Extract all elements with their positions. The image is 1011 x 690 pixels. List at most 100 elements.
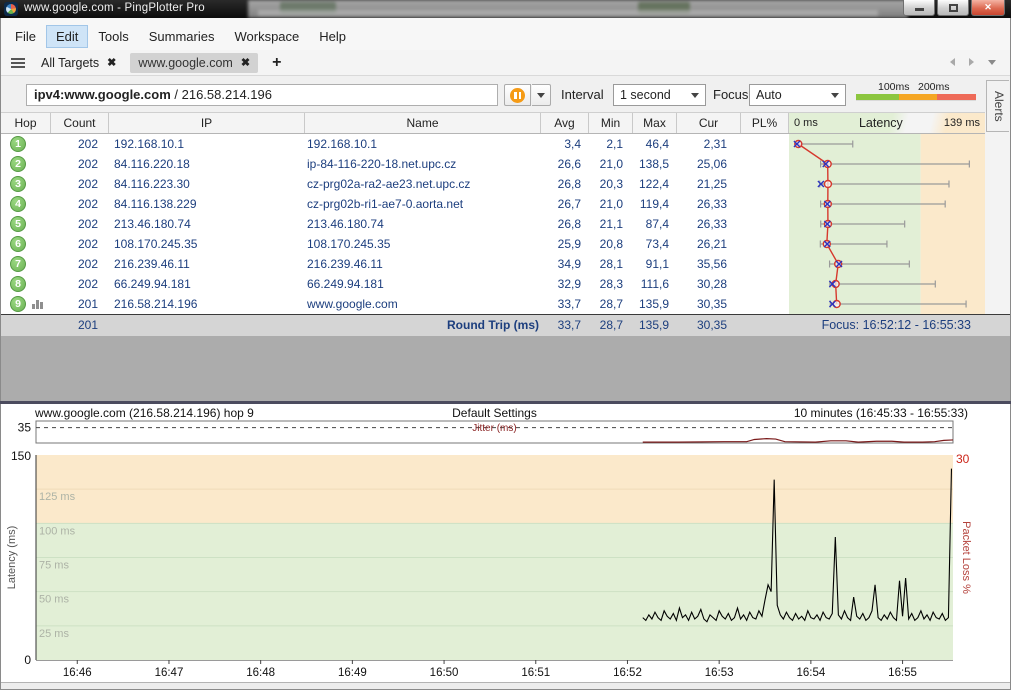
tab-all-targets[interactable]: All Targets ✖	[33, 53, 124, 73]
column-header-hop[interactable]: Hop	[1, 113, 51, 133]
column-header-avg[interactable]: Avg	[541, 113, 589, 133]
row-ip: 84.116.220.18	[114, 154, 302, 174]
menu-item-file[interactable]: File	[5, 25, 46, 48]
chevron-down-icon	[691, 93, 699, 98]
round-trip-row[interactable]: 201 Round Trip (ms) 33,7 28,7 135,9 30,3…	[1, 314, 1010, 336]
hop-latency-chart[interactable]	[789, 134, 985, 314]
column-header-min[interactable]: Min	[589, 113, 633, 133]
footer-cur: 30,35	[669, 315, 727, 335]
target-address[interactable]: ipv4:www.google.com / 216.58.214.196	[26, 84, 498, 106]
svg-text:16:51: 16:51	[521, 667, 550, 679]
row-avg: 32,9	[541, 274, 581, 294]
row-count: 202	[51, 174, 98, 194]
row-min: 28,3	[585, 274, 623, 294]
row-pl	[737, 254, 785, 274]
row-max: 119,4	[627, 194, 669, 214]
row-count: 202	[51, 134, 98, 154]
row-name: 108.170.245.35	[307, 234, 539, 254]
pingplotter-logo-icon	[4, 2, 18, 16]
menu-item-workspace[interactable]: Workspace	[224, 25, 309, 48]
row-avg: 26,8	[541, 214, 581, 234]
close-icon[interactable]: ✖	[107, 56, 116, 69]
new-tab-button[interactable]: +	[264, 54, 289, 72]
chevron-down-icon	[831, 93, 839, 98]
row-avg: 26,6	[541, 154, 581, 174]
svg-text:16:48: 16:48	[246, 667, 275, 679]
svg-text:100 ms: 100 ms	[39, 525, 76, 537]
timeline-panel: www.google.com (216.58.214.196) hop 9 De…	[1, 404, 1010, 682]
row-max: 138,5	[627, 154, 669, 174]
svg-text:Latency (ms): Latency (ms)	[6, 526, 18, 590]
hop-badge: 7	[10, 256, 26, 272]
hop-badge: 6	[10, 236, 26, 252]
graph-icon	[32, 299, 46, 309]
hop-badge: 1	[10, 136, 26, 152]
svg-text:16:46: 16:46	[63, 667, 92, 679]
row-pl	[737, 234, 785, 254]
tab-scroll-right-icon[interactable]	[969, 58, 974, 66]
tab-www-google-com[interactable]: www.google.com ✖	[130, 53, 258, 73]
svg-text:35: 35	[18, 421, 32, 435]
row-name: cz-prg02a-ra2-ae23.net.upc.cz	[307, 174, 539, 194]
tab-scroll-left-icon[interactable]	[950, 58, 955, 66]
row-count: 202	[51, 274, 98, 294]
hop-badge: 9	[10, 296, 26, 312]
pingplotter-window: www.google.com - PingPlotter Pro ✕ FileE…	[0, 0, 1011, 690]
menu-bar: FileEditToolsSummariesWorkspaceHelp	[1, 18, 1010, 50]
tab-bar: All Targets ✖ www.google.com ✖ +	[1, 50, 1010, 76]
menu-item-tools[interactable]: Tools	[88, 25, 138, 48]
tab-overflow-icon[interactable]	[988, 60, 996, 65]
row-cur: 26,21	[669, 234, 727, 254]
column-header-cur[interactable]: Cur	[677, 113, 741, 133]
column-header-max[interactable]: Max	[633, 113, 677, 133]
table-header: Hop Count IP Name Avg Min Max Cur PL% 0 …	[1, 112, 985, 134]
row-count: 201	[51, 294, 98, 314]
menu-item-summaries[interactable]: Summaries	[139, 25, 225, 48]
pause-button[interactable]	[504, 84, 531, 106]
close-button[interactable]: ✕	[971, 0, 1005, 16]
row-avg: 34,9	[541, 254, 581, 274]
row-max: 87,4	[627, 214, 669, 234]
hop-badge: 3	[10, 176, 26, 192]
minimize-button[interactable]	[903, 0, 935, 16]
row-ip: 66.249.94.181	[114, 274, 302, 294]
focus-select[interactable]: Auto	[749, 84, 846, 106]
svg-text:0: 0	[24, 653, 31, 667]
interval-select[interactable]: 1 second	[613, 84, 706, 106]
column-header-ip[interactable]: IP	[109, 113, 305, 133]
column-header-name[interactable]: Name	[305, 113, 541, 133]
row-count: 202	[51, 194, 98, 214]
footer-avg: 33,7	[541, 315, 581, 335]
row-pl	[737, 214, 785, 234]
alerts-tab[interactable]: Alerts	[986, 80, 1009, 132]
svg-text:50 ms: 50 ms	[39, 594, 69, 606]
column-header-pl[interactable]: PL%	[741, 113, 789, 133]
row-max: 135,9	[627, 294, 669, 314]
focus-label: Focus	[713, 87, 748, 102]
row-name: 213.46.180.74	[307, 214, 539, 234]
row-ip: 192.168.10.1	[114, 134, 302, 154]
target-list-menu-icon[interactable]	[11, 58, 25, 68]
splitter-area[interactable]	[1, 336, 1010, 401]
timeline-chart[interactable]: 35Jitter (ms)25 ms50 ms75 ms100 ms125 ms…	[1, 404, 1010, 682]
menu-item-help[interactable]: Help	[309, 25, 356, 48]
close-icon[interactable]: ✖	[241, 56, 250, 69]
svg-text:75 ms: 75 ms	[39, 560, 69, 572]
right-margin	[985, 112, 1010, 314]
hop-badge: 5	[10, 216, 26, 232]
row-cur: 30,35	[669, 294, 727, 314]
row-avg: 25,9	[541, 234, 581, 254]
pause-dropdown-button[interactable]	[532, 84, 551, 106]
column-header-count[interactable]: Count	[51, 113, 109, 133]
column-header-latency[interactable]: 0 ms Latency 139 ms	[789, 113, 985, 133]
row-name: 66.249.94.181	[307, 274, 539, 294]
row-cur: 26,33	[669, 194, 727, 214]
maximize-button[interactable]	[937, 0, 969, 16]
row-min: 28,7	[585, 294, 623, 314]
svg-text:Packet Loss %: Packet Loss %	[960, 521, 972, 594]
row-min: 2,1	[585, 134, 623, 154]
menu-item-edit[interactable]: Edit	[46, 25, 88, 48]
row-avg: 26,7	[541, 194, 581, 214]
row-min: 21,0	[585, 154, 623, 174]
minimize-icon	[915, 8, 924, 11]
